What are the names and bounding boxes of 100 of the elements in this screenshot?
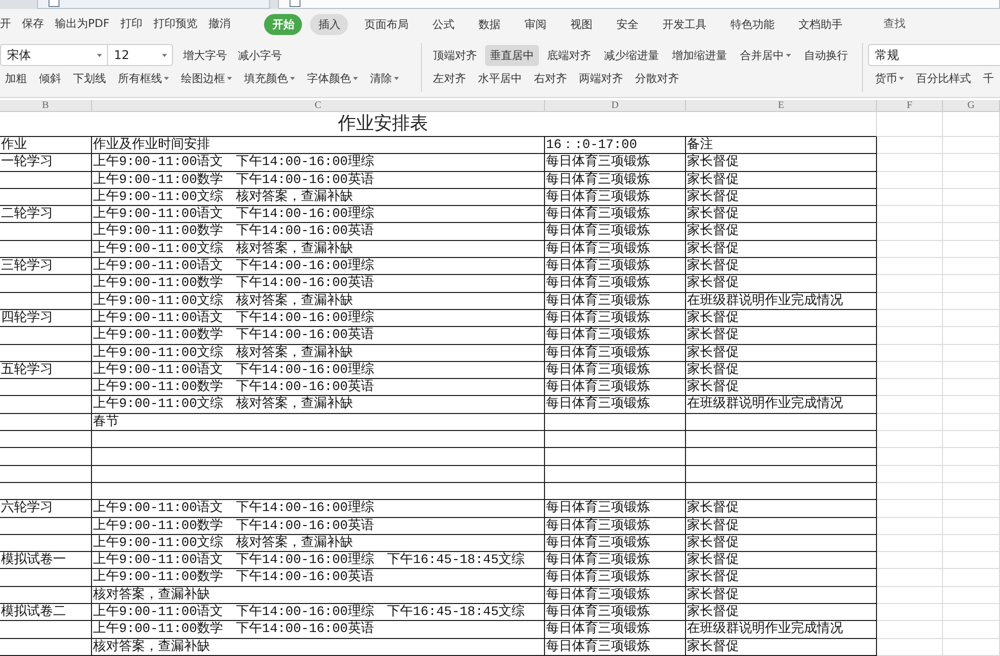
caret-icon [290, 77, 295, 80]
table-cell: 模拟试卷二 [0, 604, 92, 622]
table-cell: 上午9:00-11:00数学 下午14:00-16:00英语 [92, 518, 545, 535]
toolbar-button[interactable]: 加粗 [0, 68, 32, 89]
column-header[interactable]: E [686, 100, 877, 112]
caret-icon [97, 54, 102, 56]
table-cell: 每日体育三项锻炼 [545, 379, 686, 396]
toolbar-button[interactable]: 自动换行 [799, 44, 853, 66]
empty-cell [877, 344, 943, 362]
table-cell: 每日体育三项锻炼 [545, 154, 686, 172]
toolbar-button[interactable]: 垂直居中 [485, 44, 539, 66]
ribbon-tab[interactable]: 文档助手 [790, 14, 850, 34]
ribbon-tab[interactable]: 公式 [424, 14, 462, 34]
toolbar-button[interactable]: 右对齐 [529, 68, 572, 89]
column-header[interactable]: D [545, 100, 686, 112]
toolbar-button[interactable]: 增加缩进量 [667, 44, 732, 66]
table-cell: 家长督促 [686, 500, 877, 518]
toolbar-button[interactable]: 倾斜 [34, 68, 66, 89]
toolbar-button[interactable]: 百分比样式 [911, 68, 976, 89]
toolbar-button[interactable]: 两端对齐 [574, 68, 628, 89]
empty-cell [943, 240, 1000, 258]
table-cell: 核对答案，查漏补缺 [92, 586, 545, 604]
table-cell: 每日体育三项锻炼 [545, 275, 686, 293]
search-button[interactable]: 查找 [883, 16, 906, 32]
ribbon-tab[interactable]: 特色功能 [722, 14, 782, 34]
ribbon-tab[interactable]: 页面布局 [356, 14, 416, 34]
table-cell: 每日体育三项锻炼 [545, 518, 686, 535]
empty-cell [877, 414, 943, 432]
table-cell: 每日体育三项锻炼 [545, 344, 686, 362]
ribbon-tab[interactable]: 审阅 [516, 14, 554, 34]
toolbar-button[interactable]: 清除 [365, 68, 404, 89]
empty-cell [943, 137, 1000, 154]
empty-cell [877, 275, 943, 293]
empty-cell [943, 534, 1000, 552]
font-select[interactable]: 宋体 [0, 44, 108, 66]
document-tab[interactable] [278, 0, 1000, 9]
table-cell: 每日体育三项锻炼 [545, 310, 686, 328]
table-cell: 家长督促 [686, 223, 877, 241]
font-size-select[interactable]: 12 [108, 44, 173, 66]
toolbar-button[interactable]: 千 [978, 68, 999, 89]
table-cell: 上午9:00-11:00语文 下午14:00-16:00理综 下午16:45-18:45文综 [92, 604, 545, 622]
menu-action[interactable]: 输出为PDF [55, 16, 110, 32]
toolbar-button[interactable]: 底端对齐 [542, 44, 596, 66]
number-format-select[interactable]: 常规 [868, 44, 1000, 66]
ribbon-tab[interactable]: 插入 [310, 14, 348, 34]
toolbar-button[interactable]: 填充颜色 [239, 68, 300, 89]
menu-action[interactable]: 打印 [120, 16, 142, 32]
table-cell: 家长督促 [686, 534, 877, 552]
empty-cell [943, 206, 1000, 224]
toolbar-button[interactable]: 左对齐 [428, 68, 471, 89]
table-cell: 春节 [92, 414, 545, 432]
empty-cell [877, 518, 943, 535]
table-cell: 模拟试卷一 [0, 552, 92, 570]
toolbar-button[interactable]: 减小字号 [233, 44, 287, 66]
caret-icon [164, 77, 169, 80]
table-cell: 三轮学习 [0, 258, 92, 276]
toolbar-button[interactable]: 绘图边框 [176, 68, 237, 89]
table-cell: 家长督促 [686, 604, 877, 622]
table-cell: 每日体育三项锻炼 [545, 188, 686, 206]
toolbar-button[interactable]: 字体颜色 [302, 68, 363, 89]
empty-cell [877, 482, 943, 500]
table-cell: 家长督促 [686, 638, 877, 656]
empty-cell [943, 379, 1000, 396]
menu-action[interactable]: 撤消 [208, 16, 230, 32]
empty-cell [877, 379, 943, 396]
ribbon-tab[interactable]: 安全 [608, 14, 646, 34]
empty-cell [943, 223, 1000, 241]
menu-action[interactable]: 打印预览 [153, 16, 198, 32]
ribbon-tab[interactable]: 视图 [562, 14, 600, 34]
menu-action[interactable]: 保存 [22, 16, 44, 32]
toolbar-button[interactable]: 下划线 [68, 68, 111, 89]
table-cell: 上午9:00-11:00数学 下午14:00-16:00英语 [92, 172, 545, 189]
toolbar-button[interactable]: 货币 [870, 68, 909, 89]
table-cell: 家长督促 [686, 327, 877, 345]
empty-cell [877, 396, 943, 414]
column-header[interactable]: C [92, 100, 545, 112]
column-header[interactable]: B [0, 100, 92, 112]
ribbon-tab[interactable]: 数据 [470, 14, 508, 34]
toolbar-button[interactable]: 减少缩进量 [599, 44, 664, 66]
table-cell: 每日体育三项锻炼 [545, 292, 686, 310]
empty-cell [877, 621, 943, 639]
menu-action[interactable]: 开 [0, 16, 11, 32]
toolbar-button[interactable]: 合并居中 [735, 44, 796, 66]
toolbar-button[interactable]: 水平居中 [473, 68, 527, 89]
empty-cell [877, 223, 943, 241]
document-tab[interactable] [37, 0, 270, 9]
toolbar-button[interactable]: 增大字号 [178, 44, 232, 66]
table-cell: 在班级群说明作业完成情况 [686, 621, 877, 639]
toolbar-button[interactable]: 分散对齐 [630, 68, 684, 89]
table-cell: 上午9:00-11:00文综 核对答案，查漏补缺 [92, 292, 545, 310]
empty-cell [877, 466, 943, 483]
empty-cell [877, 188, 943, 206]
toolbar-button[interactable]: 顶端对齐 [428, 44, 482, 66]
column-header[interactable]: G [943, 100, 1000, 112]
empty-cell [877, 569, 943, 587]
empty-cell [877, 327, 943, 345]
toolbar-button[interactable]: 所有框线 [113, 68, 174, 89]
column-header[interactable]: F [877, 100, 943, 112]
ribbon-tab[interactable]: 开发工具 [654, 14, 714, 34]
table-cell: 上午9:00-11:00文综 核对答案，查漏补缺 [92, 534, 545, 552]
